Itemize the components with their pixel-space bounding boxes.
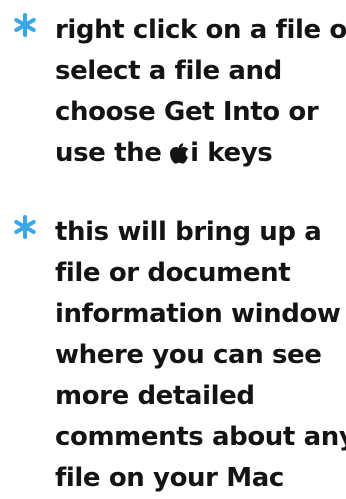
text-line: right click on a file or — [55, 15, 346, 45]
text-line: use the i keys — [55, 133, 345, 174]
bullet-text: right click on a file or select a file a… — [55, 10, 346, 174]
text-line: file on your Mac — [55, 463, 284, 493]
text-fragment: use the — [55, 138, 171, 168]
text-fragment: i keys — [190, 138, 273, 168]
text-line: this will bring up a — [55, 217, 322, 247]
text-line: comments about any — [55, 422, 346, 452]
asterisk-icon — [12, 12, 38, 38]
text-line: file or document — [55, 258, 291, 288]
asterisk-icon — [12, 214, 38, 240]
text-line: choose Get Into or — [55, 97, 319, 127]
bullet-text: this will bring up a file or document in… — [55, 212, 346, 499]
text-line: select a file and — [55, 56, 282, 86]
text-line: where you can see — [55, 340, 322, 370]
apple-logo-icon — [170, 142, 189, 164]
slide: right click on a file or select a file a… — [0, 0, 346, 497]
text-line: more detailed — [55, 381, 255, 411]
text-line: information window — [55, 299, 341, 329]
